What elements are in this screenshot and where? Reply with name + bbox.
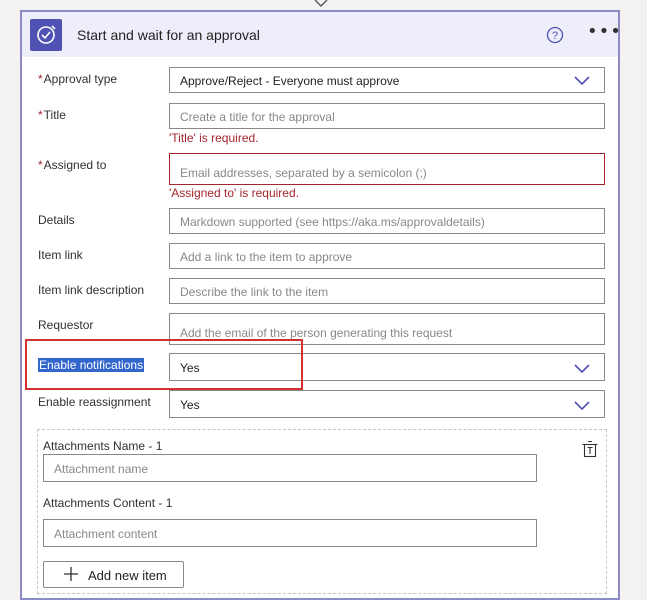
required-marker: *	[38, 158, 43, 172]
attachment-content-input[interactable]: Attachment content	[43, 519, 537, 547]
enable-reassignment-dropdown[interactable]: Yes	[169, 390, 605, 418]
attachments-group: Attachments Name - 1 Attachment name Att…	[37, 429, 607, 594]
item-link-description-placeholder: Describe the link to the item	[180, 285, 329, 299]
chevron-down-icon	[574, 401, 590, 411]
more-icon[interactable]: •••	[587, 22, 621, 46]
delete-icon[interactable]	[581, 440, 599, 458]
attachment-content-placeholder: Attachment content	[54, 527, 158, 541]
title-input[interactable]: Create a title for the approval	[169, 103, 605, 129]
title-label: *Title	[38, 108, 66, 122]
title-error: 'Title' is required.	[169, 131, 259, 145]
approval-type-value: Approve/Reject - Everyone must approve	[180, 74, 400, 88]
title-label-text: Title	[43, 108, 66, 122]
item-link-description-label: Item link description	[38, 283, 145, 297]
attachment-name-placeholder: Attachment name	[54, 462, 149, 476]
enable-reassignment-value: Yes	[180, 398, 200, 412]
attachment-name-input[interactable]: Attachment name	[43, 454, 537, 482]
card-title: Start and wait for an approval	[77, 27, 260, 43]
chevron-down-icon	[574, 76, 590, 86]
svg-text:?: ?	[552, 30, 558, 42]
add-new-item-button[interactable]: Add new item	[43, 561, 184, 588]
details-placeholder: Markdown supported (see https://aka.ms/a…	[180, 215, 485, 229]
required-marker: *	[38, 108, 43, 122]
requestor-label: Requestor	[38, 318, 94, 332]
assigned-to-input[interactable]: Email addresses, separated by a semicolo…	[169, 153, 605, 185]
enable-reassignment-label: Enable reassignment	[38, 395, 151, 409]
approval-action-card: Start and wait for an approval ? ••• *Ap…	[20, 10, 621, 600]
item-link-label: Item link	[38, 248, 83, 262]
requestor-placeholder: Add the email of the person generating t…	[180, 326, 453, 340]
card-header[interactable]: Start and wait for an approval ? •••	[22, 12, 621, 57]
plus-icon	[64, 567, 78, 581]
details-input[interactable]: Markdown supported (see https://aka.ms/a…	[169, 208, 605, 234]
assigned-to-error: 'Assigned to' is required.	[169, 186, 299, 200]
connector-arrow-icon	[314, 0, 328, 8]
attachments-content-label: Attachments Content - 1	[43, 496, 173, 510]
item-link-placeholder: Add a link to the item to approve	[180, 250, 353, 264]
details-label: Details	[38, 213, 75, 227]
approval-type-label-text: Approval type	[43, 72, 118, 86]
assigned-to-placeholder: Email addresses, separated by a semicolo…	[180, 166, 427, 180]
title-placeholder: Create a title for the approval	[180, 110, 335, 124]
approval-type-dropdown[interactable]: Approve/Reject - Everyone must approve	[169, 67, 605, 93]
required-marker: *	[38, 72, 43, 86]
assigned-to-label-text: Assigned to	[43, 158, 107, 172]
add-new-item-label: Add new item	[88, 568, 167, 583]
item-link-description-input[interactable]: Describe the link to the item	[169, 278, 605, 304]
highlight-box	[25, 339, 303, 390]
item-link-input[interactable]: Add a link to the item to approve	[169, 243, 605, 269]
assigned-to-label: *Assigned to	[38, 158, 106, 172]
approval-type-label: *Approval type	[38, 72, 117, 86]
approval-icon	[30, 19, 62, 51]
attachments-name-label: Attachments Name - 1	[43, 439, 163, 453]
chevron-down-icon	[574, 364, 590, 374]
help-icon[interactable]: ?	[546, 26, 564, 44]
